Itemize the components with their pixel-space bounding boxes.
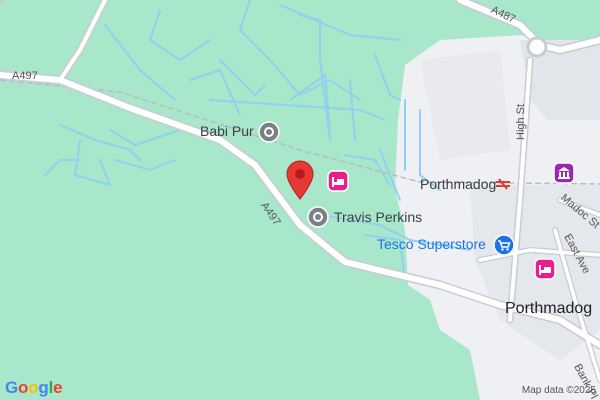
- town-label-porthmadog: Porthmadog: [505, 300, 593, 317]
- poi-label-babi-pur[interactable]: Babi Pur: [200, 123, 254, 139]
- museum-icon[interactable]: [553, 162, 575, 184]
- pin-generic-icon[interactable]: [307, 206, 329, 228]
- shopping-cart-icon[interactable]: [493, 234, 515, 256]
- poi-label-travis-perkins[interactable]: Travis Perkins: [334, 209, 422, 225]
- poi-label-tesco-superstore[interactable]: Tesco Superstore: [377, 236, 486, 252]
- road-label-a497-west: A497: [12, 70, 38, 82]
- map-canvas[interactable]: A497 A497 A487 High St Madoc St East Ave…: [0, 0, 600, 400]
- train-station-icon[interactable]: [495, 178, 511, 190]
- map-attribution: Map data ©2025: [521, 385, 596, 396]
- roundabout: [526, 36, 548, 58]
- google-logo: Google: [5, 378, 63, 397]
- hotel-icon[interactable]: [327, 170, 349, 192]
- map-base-layer: [0, 0, 600, 400]
- pin-generic-icon[interactable]: [258, 121, 280, 143]
- poi-label-porthmadog-station[interactable]: Porthmadog: [420, 176, 496, 192]
- hotel-icon[interactable]: [534, 258, 556, 280]
- location-pin-icon[interactable]: [286, 160, 314, 200]
- street-label-high-st: High St: [515, 103, 527, 140]
